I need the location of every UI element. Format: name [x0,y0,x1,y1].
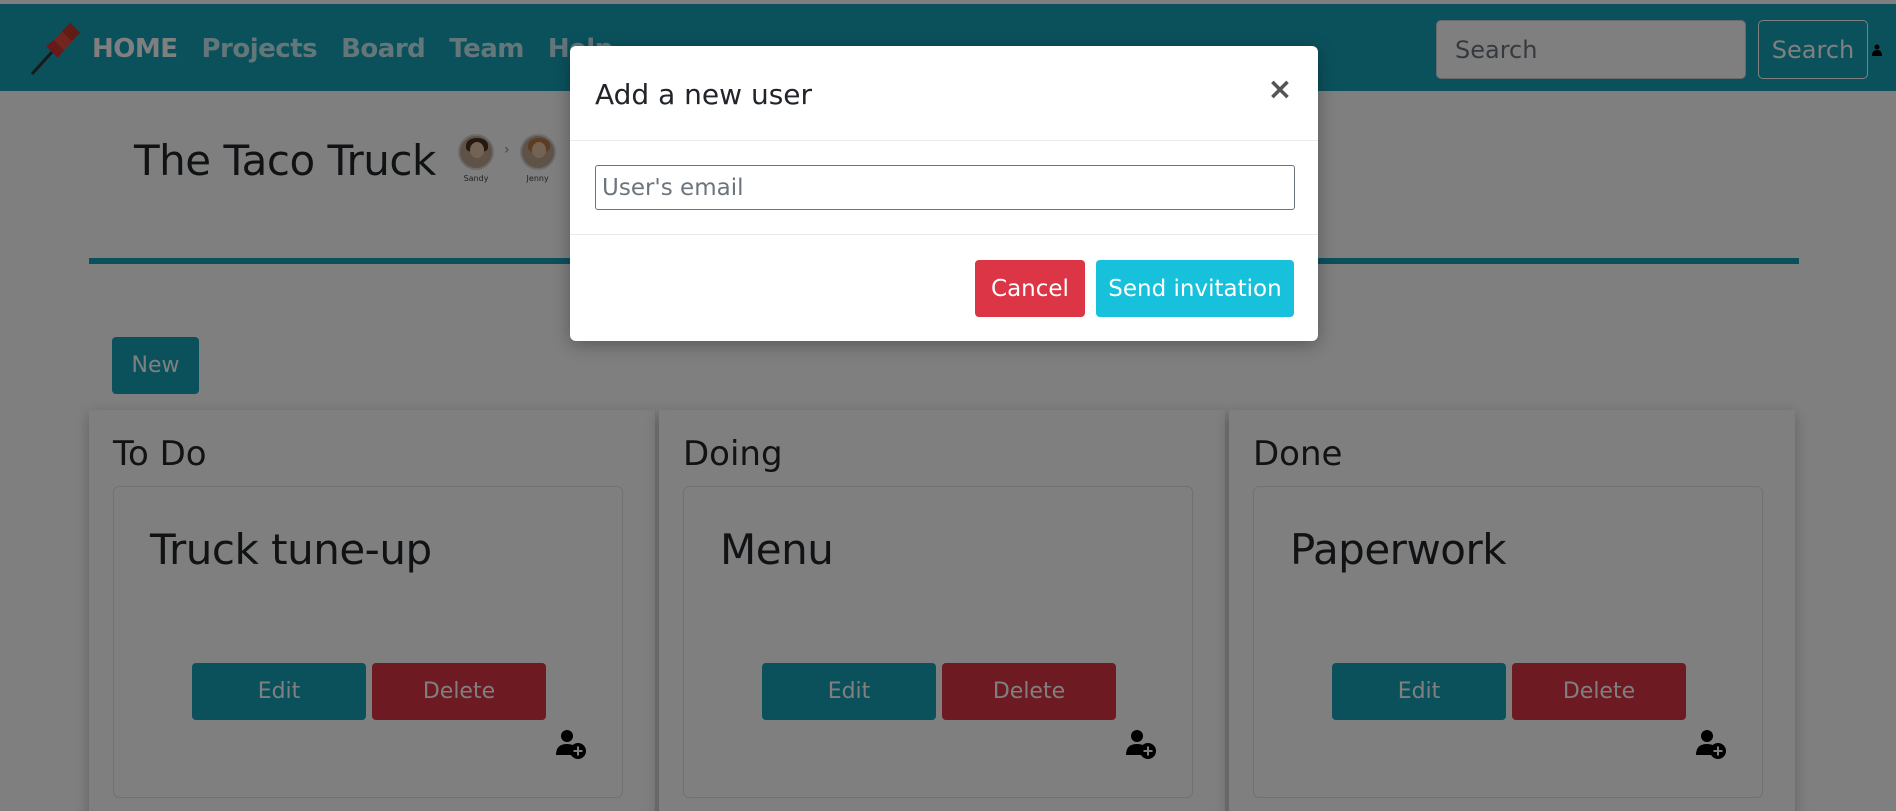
modal-footer-divider [570,234,1318,235]
send-invitation-button[interactable]: Send invitation [1096,260,1294,317]
add-user-modal: Add a new user × Cancel Send invitation [570,46,1318,341]
close-icon[interactable]: × [1264,74,1296,106]
modal-title: Add a new user [595,78,813,111]
cancel-button[interactable]: Cancel [975,260,1085,317]
modal-header: Add a new user × [570,46,1318,141]
email-field[interactable] [595,165,1295,210]
